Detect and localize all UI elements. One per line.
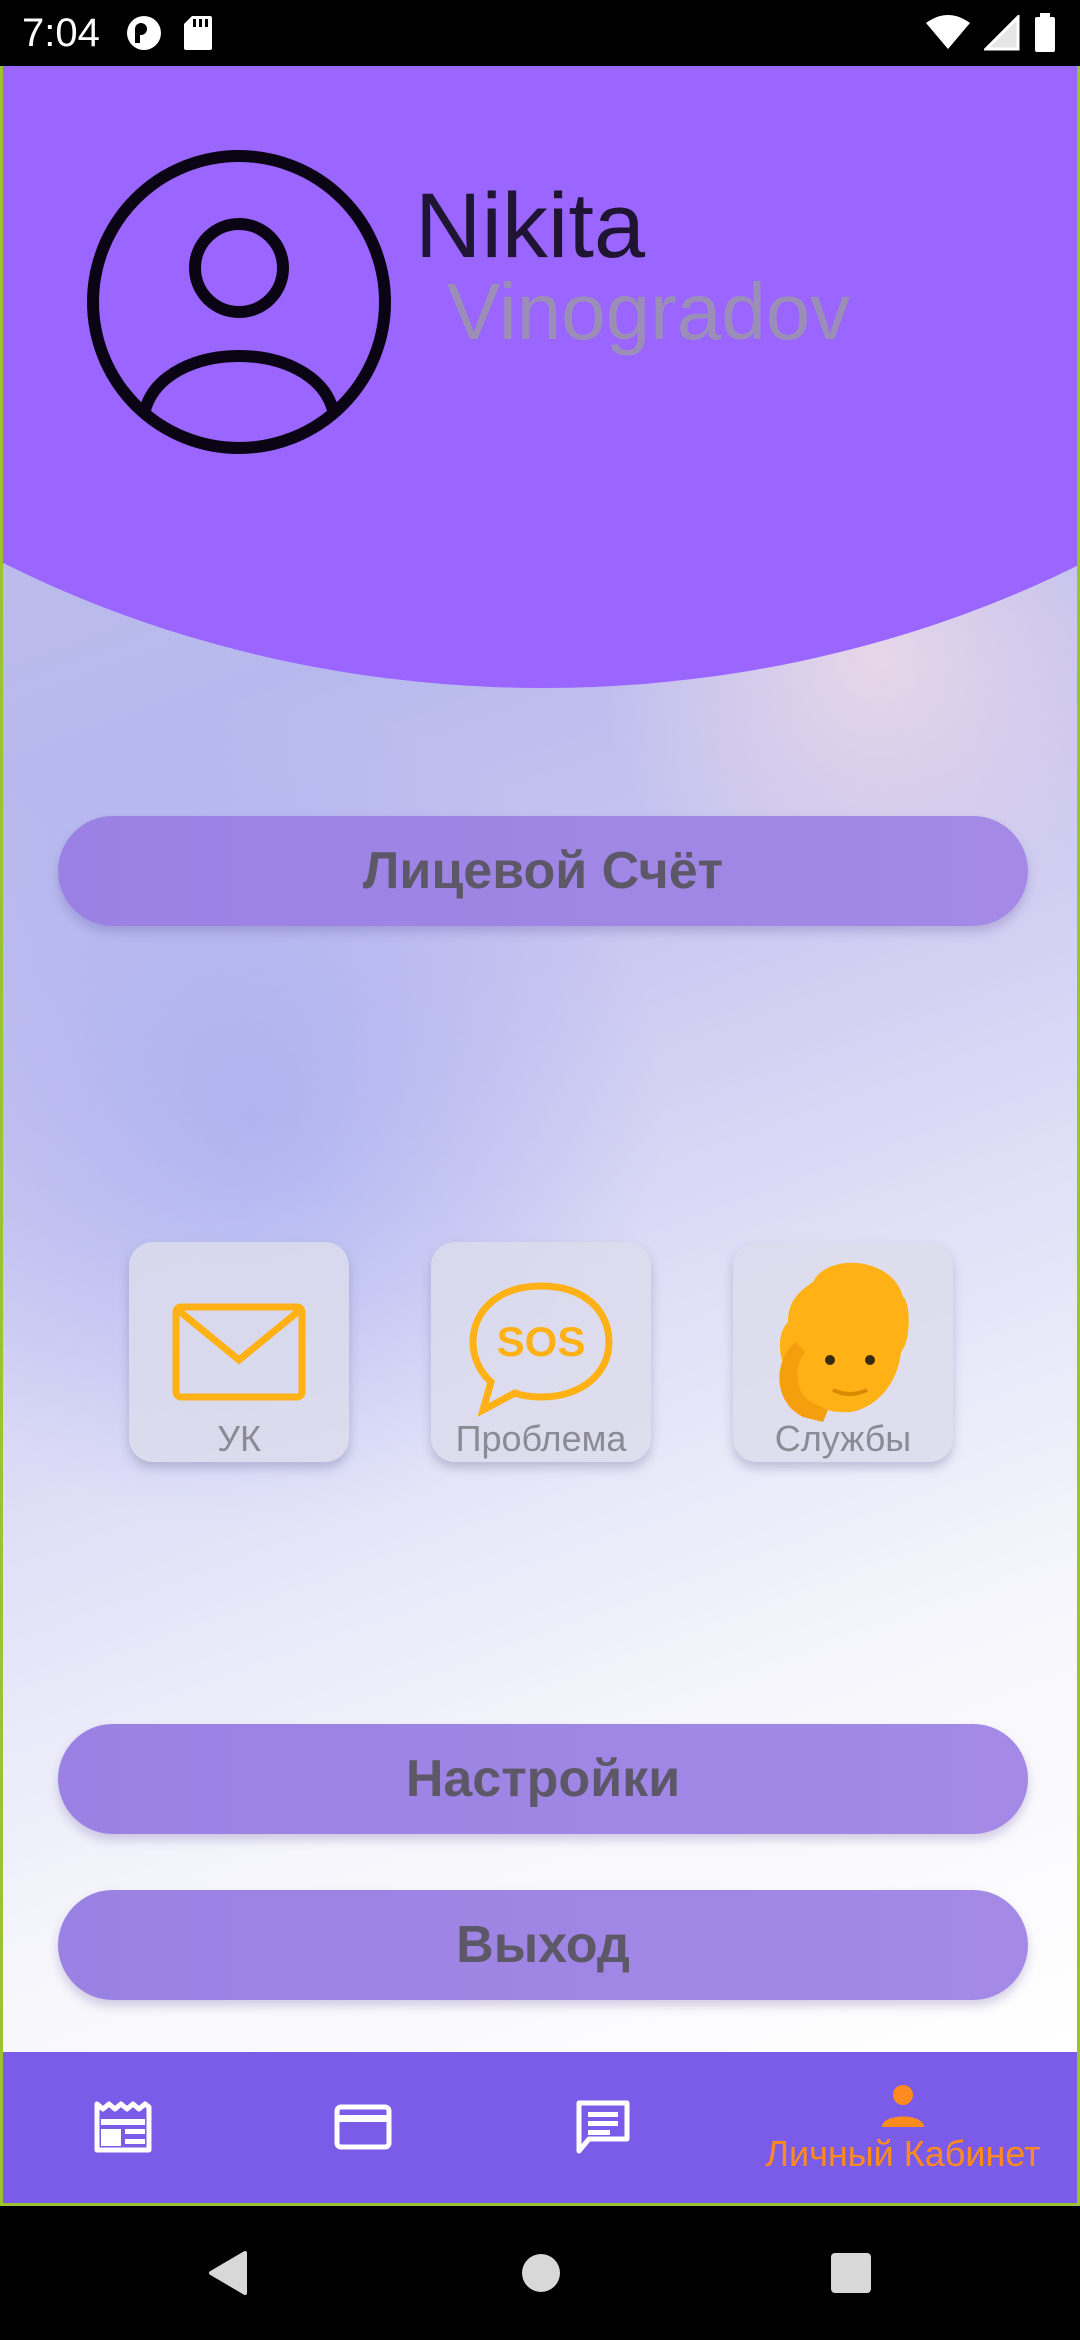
status-notification-icons [124,13,214,53]
newspaper-icon [94,2101,152,2153]
tile-label-services: Службы [774,1418,912,1459]
wifi-icon [926,15,970,49]
user-first-name: Nikita [415,175,646,277]
nav-item-news[interactable] [3,2052,243,2206]
tile-label-uk: УК [217,1418,261,1459]
tile-label-problem: Проблема [455,1418,627,1459]
nav-item-payment[interactable] [243,2052,483,2206]
avatar-icon [87,150,391,454]
credit-card-icon [334,2104,392,2150]
back-triangle-icon [209,2251,247,2295]
system-home-button[interactable] [474,2206,608,2340]
status-bar: 7:04 [0,0,1080,66]
bottom-navigation: Личный Кабинет [0,2052,1080,2206]
nav-label-profile: Личный Кабинет [765,2133,1041,2174]
user-last-name: Vinogradov [447,267,851,356]
nav-item-messages[interactable] [483,2052,723,2206]
status-time: 7:04 [22,10,100,55]
recents-square-icon [831,2253,871,2293]
signal-icon [984,15,1020,51]
account-button[interactable]: Лицевой Счёт [58,816,1028,926]
person-icon [882,2085,924,2127]
status-system-icons [926,0,1056,66]
svg-text:SOS: SOS [497,1318,586,1365]
message-icon [576,2100,630,2154]
system-back-button[interactable] [160,2206,294,2340]
profile-screen: Nikita Vinogradov Лицевой Счёт УК SOS Пр… [0,66,1080,2052]
nav-item-profile[interactable]: Личный Кабинет [733,2052,1073,2206]
system-recents-button[interactable] [784,2206,918,2340]
home-circle-icon [522,2254,560,2292]
management-company-tile[interactable]: УК [129,1242,349,1462]
system-navigation-bar [0,2206,1080,2340]
app-notification-icon [126,16,161,50]
services-tile[interactable]: Службы [733,1242,953,1462]
settings-button[interactable]: Настройки [58,1724,1028,1834]
battery-icon [1035,13,1055,52]
exit-button[interactable]: Выход [58,1890,1028,2000]
problem-tile[interactable]: SOS Проблема [431,1242,651,1462]
sd-card-icon [183,16,212,50]
